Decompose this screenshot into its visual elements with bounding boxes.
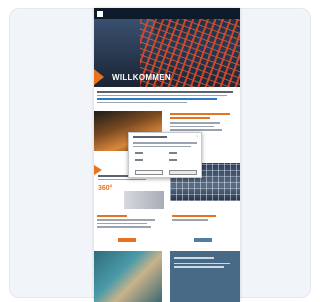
accept-button[interactable] bbox=[169, 170, 197, 175]
hero-title: WILLKOMMEN bbox=[112, 73, 171, 82]
close-icon[interactable]: × bbox=[196, 134, 198, 138]
option-toggle-3[interactable] bbox=[135, 159, 143, 161]
section-arrow-icon bbox=[94, 165, 102, 175]
option-toggle-2[interactable] bbox=[169, 152, 177, 154]
info-panel bbox=[170, 251, 240, 302]
cookie-consent-dialog: × bbox=[128, 132, 202, 178]
teaser-text-1 bbox=[170, 113, 234, 133]
stats-image bbox=[124, 191, 164, 209]
teaser-button-3[interactable] bbox=[194, 238, 212, 242]
option-toggle-1[interactable] bbox=[135, 152, 143, 154]
top-nav-bar bbox=[94, 8, 240, 19]
teaser-button-2[interactable] bbox=[118, 238, 136, 242]
hero-banner: WILLKOMMEN bbox=[94, 19, 240, 87]
hero-arrow-icon bbox=[94, 69, 104, 85]
brand-logo[interactable] bbox=[97, 10, 105, 17]
option-toggle-4[interactable] bbox=[169, 159, 177, 161]
logo-mark-icon bbox=[97, 10, 103, 17]
settings-button[interactable] bbox=[135, 170, 163, 175]
stat-number: 360° bbox=[98, 185, 113, 192]
teaser-image-3[interactable] bbox=[94, 251, 162, 302]
intro-text bbox=[97, 91, 235, 105]
teaser-text-row bbox=[94, 213, 240, 243]
dialog-title-line bbox=[133, 136, 167, 138]
